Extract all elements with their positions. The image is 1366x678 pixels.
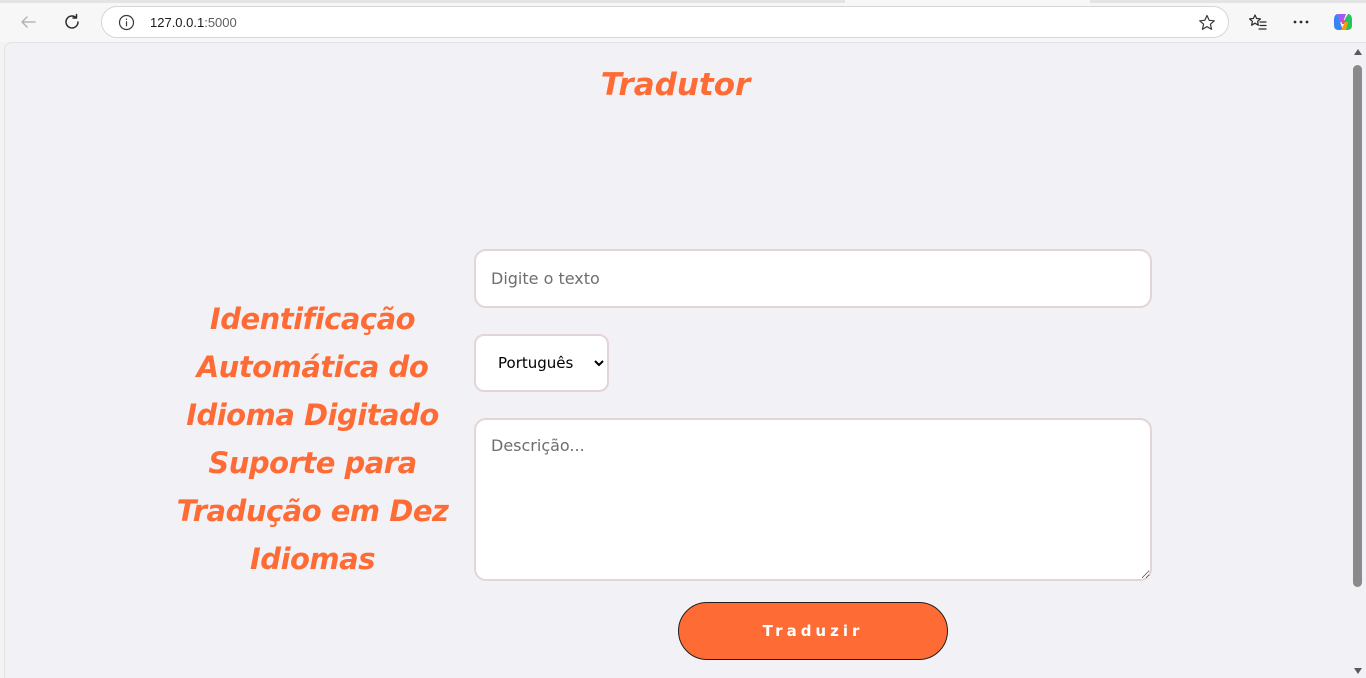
feature-line: Suporte para bbox=[208, 446, 417, 480]
url-host: 127.0.0.1 bbox=[150, 15, 205, 30]
favorites-button[interactable] bbox=[1247, 11, 1269, 33]
copilot-button[interactable] bbox=[1332, 11, 1354, 33]
reload-icon bbox=[65, 13, 79, 29]
scroll-up-arrow-icon[interactable] bbox=[1354, 49, 1362, 55]
feature-line: Identificação bbox=[209, 302, 416, 336]
scroll-down-arrow-icon[interactable] bbox=[1354, 668, 1362, 674]
feature-line: Idiomas bbox=[250, 542, 375, 576]
more-button[interactable] bbox=[1290, 11, 1312, 33]
feature-line: Idioma Digitado bbox=[186, 398, 439, 432]
reload-button[interactable] bbox=[60, 10, 84, 34]
address-bar[interactable]: 127.0.0.1:5000 bbox=[101, 6, 1229, 38]
feature-line: Tradução em Dez bbox=[176, 494, 449, 528]
scrollbar[interactable] bbox=[1350, 43, 1366, 678]
star-icon[interactable] bbox=[1197, 13, 1217, 33]
back-button[interactable] bbox=[16, 10, 40, 34]
translate-button[interactable]: Traduzir bbox=[678, 602, 948, 660]
language-select[interactable]: Português bbox=[474, 334, 609, 392]
page-title: Tradutor bbox=[600, 67, 751, 103]
tab-strip-edge bbox=[1090, 0, 1366, 3]
info-icon[interactable] bbox=[118, 14, 135, 31]
favorites-icon bbox=[1249, 14, 1267, 30]
more-icon bbox=[1293, 20, 1309, 24]
description-textarea[interactable] bbox=[474, 418, 1152, 581]
back-arrow-icon bbox=[21, 16, 36, 28]
url-text[interactable]: 127.0.0.1:5000 bbox=[150, 15, 237, 30]
page-viewport: Tradutor Identificação Automática do Idi… bbox=[4, 42, 1366, 678]
browser-toolbar: 127.0.0.1:5000 bbox=[0, 0, 1366, 42]
copilot-icon bbox=[1334, 14, 1352, 30]
feature-line: Automática do bbox=[196, 350, 429, 384]
feature-description: Identificação Automática do Idioma Digit… bbox=[160, 295, 465, 583]
text-input[interactable] bbox=[474, 249, 1152, 308]
tab-strip-edge bbox=[0, 0, 845, 3]
url-port: :5000 bbox=[204, 15, 237, 30]
scrollbar-thumb[interactable] bbox=[1353, 65, 1362, 587]
